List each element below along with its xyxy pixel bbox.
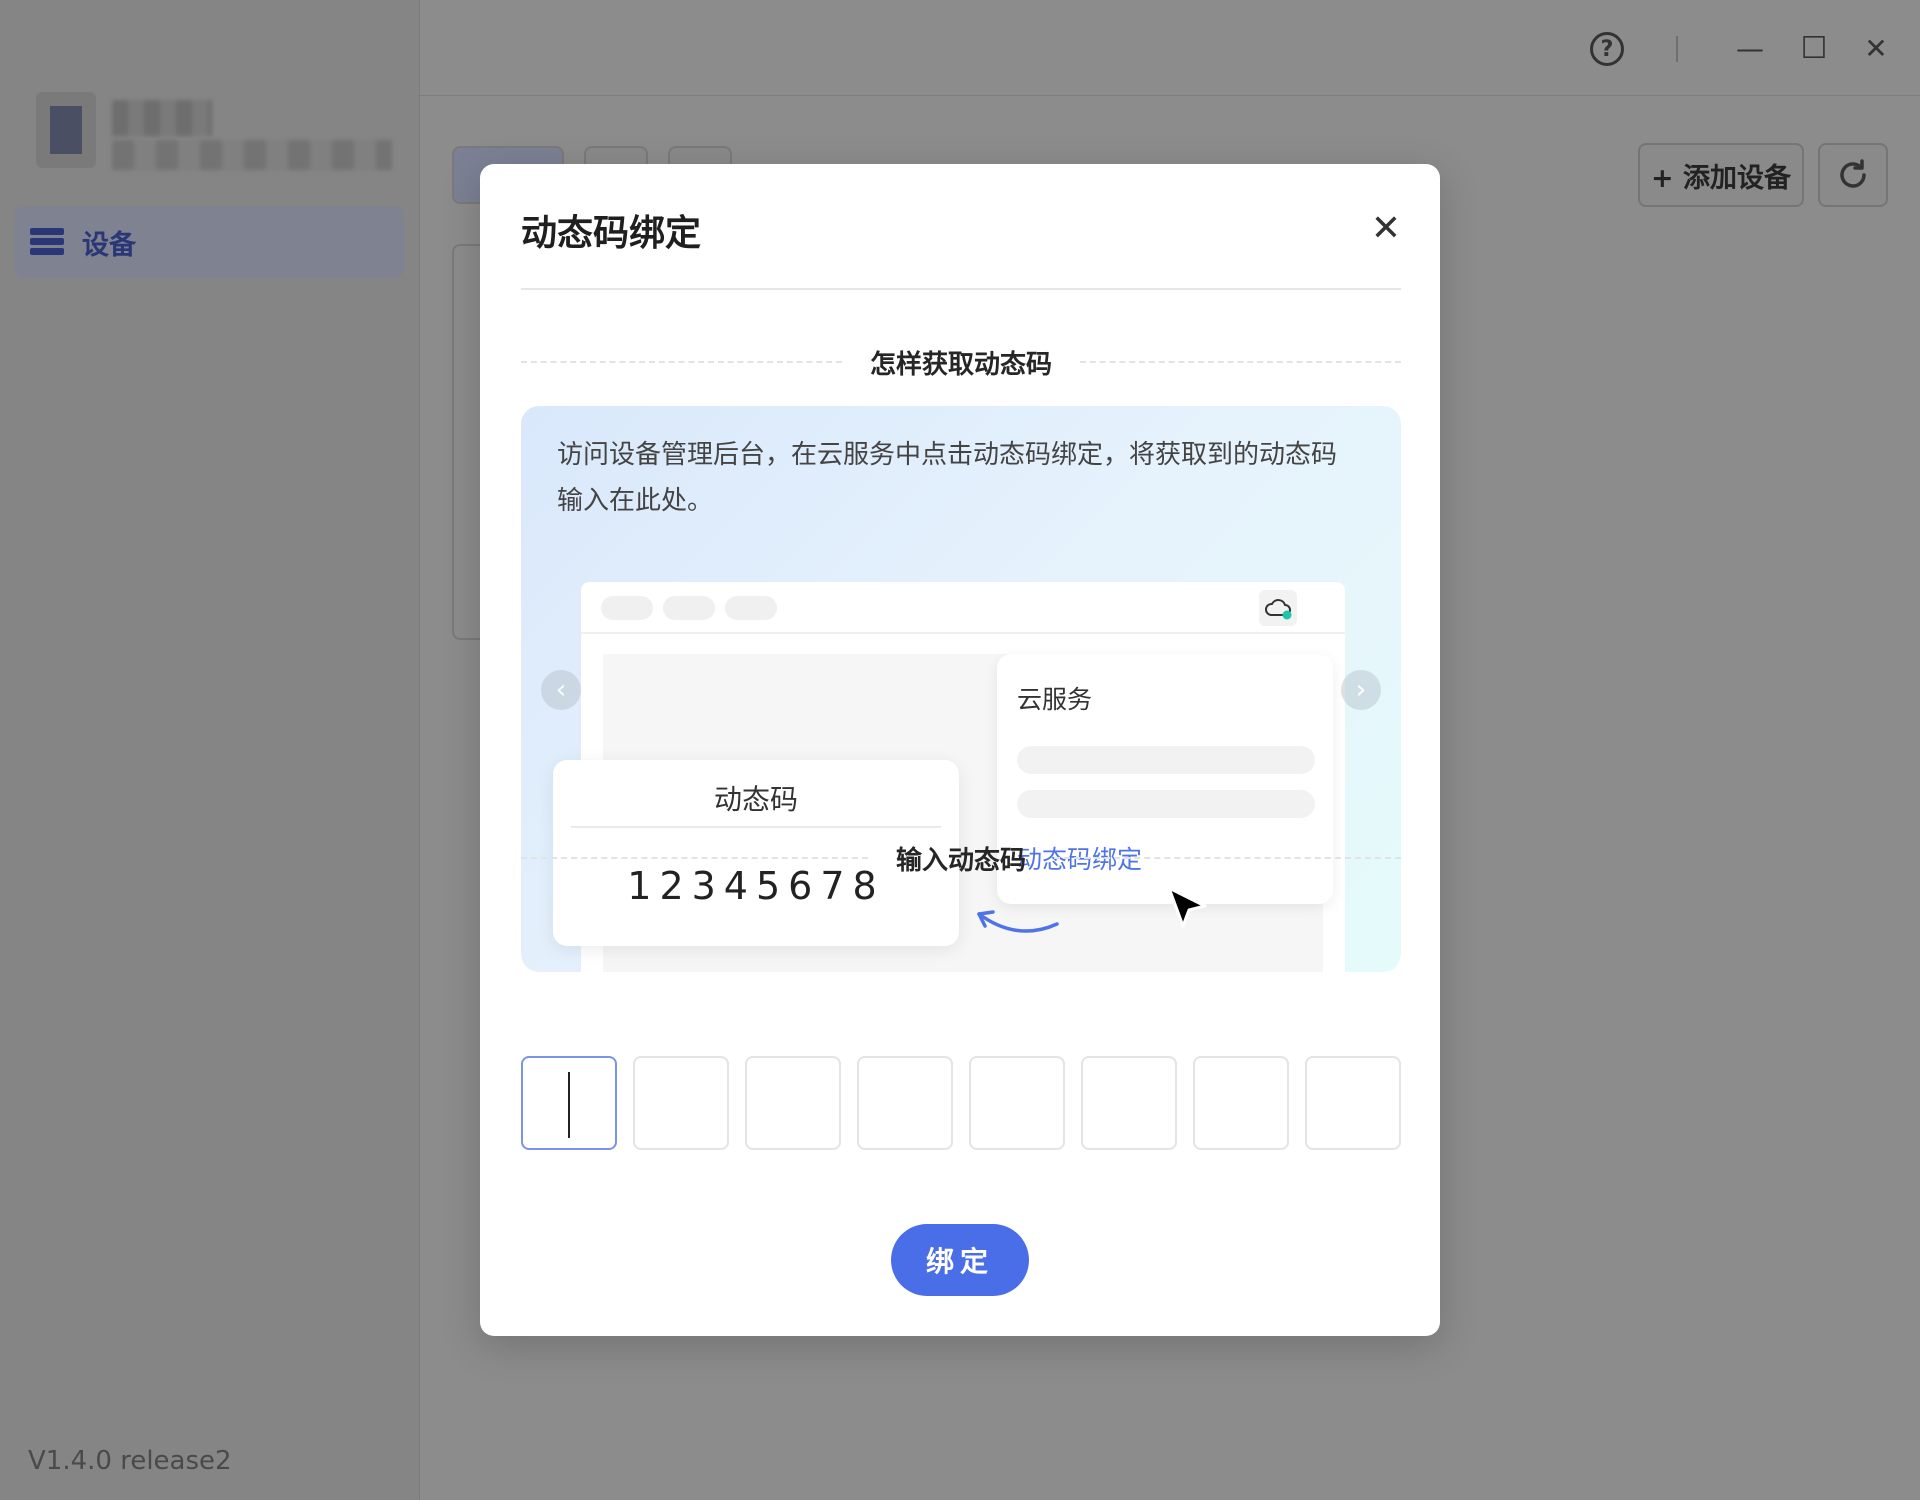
close-window-button[interactable]: ✕ bbox=[1854, 26, 1898, 70]
bind-button[interactable]: 绑定 bbox=[891, 1224, 1029, 1296]
dashed-line bbox=[521, 857, 868, 859]
carousel-next-button[interactable]: › bbox=[1341, 670, 1381, 710]
code-digit-input-7[interactable] bbox=[1193, 1056, 1289, 1150]
version-label: V1.4.0 release2 bbox=[28, 1446, 232, 1476]
dashed-line bbox=[1080, 361, 1402, 363]
code-digit-input-5[interactable] bbox=[969, 1056, 1065, 1150]
refresh-icon bbox=[1840, 159, 1866, 188]
help-icon[interactable]: ? bbox=[1590, 32, 1624, 66]
maximize-button[interactable]: ☐ bbox=[1792, 26, 1836, 70]
title-bar: ? — ☐ ✕ bbox=[420, 0, 1920, 96]
sidebar-item-devices[interactable]: 设备 bbox=[14, 206, 404, 278]
cursor-pointer-icon bbox=[1167, 886, 1207, 928]
guide-heading: 怎样获取动态码 bbox=[521, 342, 1402, 382]
dashed-line bbox=[521, 361, 842, 363]
brand-subtitle-blurred bbox=[112, 140, 392, 170]
minimize-button[interactable]: — bbox=[1728, 26, 1772, 70]
dialog-title: 动态码绑定 bbox=[521, 213, 702, 254]
code-digit-input-4[interactable] bbox=[857, 1056, 953, 1150]
code-digit-input-2[interactable] bbox=[633, 1056, 729, 1150]
brand-name-blurred bbox=[112, 100, 212, 136]
input-heading-text: 输入动态码 bbox=[896, 845, 1027, 876]
refresh-button[interactable] bbox=[1818, 143, 1888, 207]
server-icon bbox=[30, 228, 64, 256]
code-card-divider bbox=[571, 826, 941, 828]
code-digit-input-3[interactable] bbox=[745, 1056, 841, 1150]
sidebar: 设备 V1.4.0 release2 bbox=[0, 0, 420, 1500]
code-digit-input-1[interactable] bbox=[521, 1056, 617, 1150]
brand-logo bbox=[36, 92, 96, 168]
dynamic-code-bind-dialog: 动态码绑定 ✕ 怎样获取动态码 访问设备管理后台，在云服务中点击动态码绑定，将获… bbox=[480, 164, 1440, 1336]
sidebar-item-label: 设备 bbox=[82, 229, 136, 261]
dynamic-code-input-group bbox=[521, 1056, 1401, 1150]
close-icon[interactable]: ✕ bbox=[1366, 208, 1406, 249]
guide-heading-text: 怎样获取动态码 bbox=[870, 349, 1053, 380]
text-caret bbox=[568, 1072, 570, 1138]
curved-arrow-icon bbox=[977, 910, 1059, 933]
dialog-header-divider bbox=[521, 288, 1401, 290]
dashed-line bbox=[1054, 857, 1402, 859]
placeholder-bar bbox=[1017, 790, 1315, 818]
guide-panel: 访问设备管理后台，在云服务中点击动态码绑定，将获取到的动态码输入在此处。 ‹ ›… bbox=[521, 406, 1401, 972]
illustration-tab bbox=[601, 596, 653, 620]
cloud-card-title: 云服务 bbox=[1017, 685, 1093, 714]
carousel-prev-button[interactable]: ‹ bbox=[541, 670, 581, 710]
illustration-tab bbox=[663, 596, 715, 620]
input-heading: 输入动态码 bbox=[521, 838, 1402, 878]
illustration-topbar bbox=[581, 582, 1345, 634]
code-card-title: 动态码 bbox=[713, 783, 798, 816]
code-digit-input-8[interactable] bbox=[1305, 1056, 1401, 1150]
code-digit-input-6[interactable] bbox=[1081, 1056, 1177, 1150]
placeholder-bar bbox=[1017, 746, 1315, 774]
illustration-tab bbox=[725, 596, 777, 620]
add-device-button[interactable]: + 添加设备 bbox=[1638, 143, 1804, 207]
title-bar-divider bbox=[1676, 36, 1678, 62]
cloud-icon bbox=[1259, 590, 1297, 626]
guide-description: 访问设备管理后台，在云服务中点击动态码绑定，将获取到的动态码输入在此处。 bbox=[557, 440, 1338, 516]
